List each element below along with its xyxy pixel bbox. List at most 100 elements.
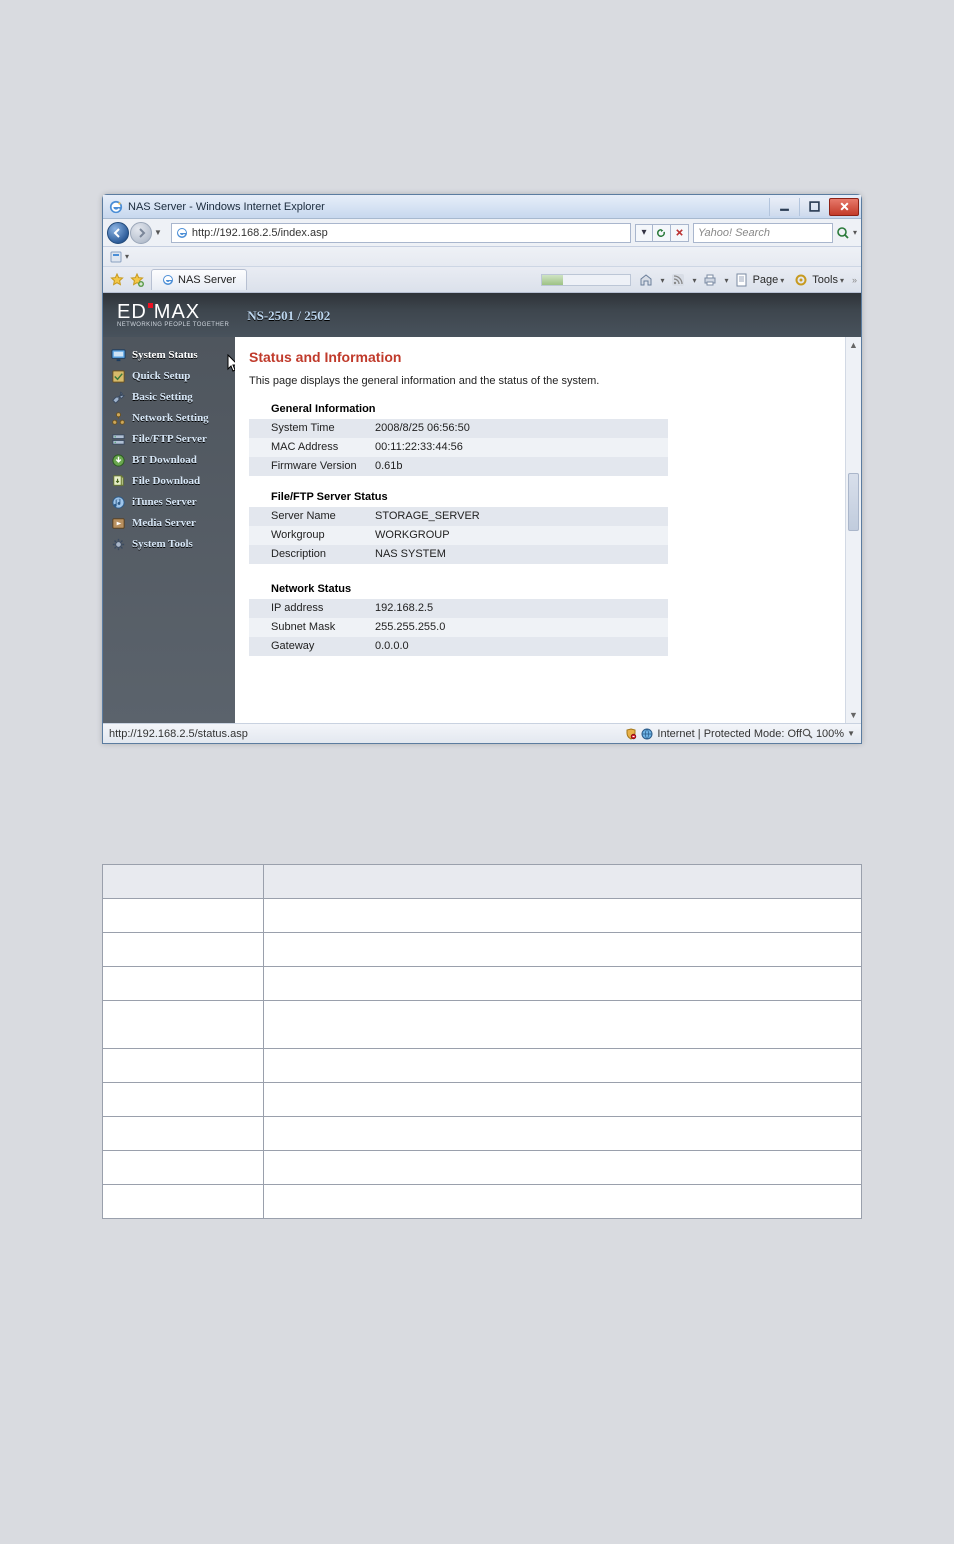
- logo-right: MAX: [154, 302, 200, 322]
- vertical-scrollbar[interactable]: ▲ ▼: [845, 337, 861, 723]
- scroll-up-icon[interactable]: ▲: [846, 337, 861, 353]
- progress-bar: [541, 274, 631, 286]
- wizard-icon: [111, 369, 126, 384]
- sidebar-item-media-server[interactable]: Media Server: [103, 513, 235, 534]
- print-dropdown[interactable]: [723, 274, 729, 286]
- address-url: http://192.168.2.5/index.asp: [192, 227, 328, 239]
- table-row: System Time2008/8/25 06:56:50: [249, 419, 668, 438]
- table-fileftp: Server NameSTORAGE_SERVER WorkgroupWORKG…: [249, 507, 668, 564]
- favorites-star-icon[interactable]: [110, 273, 124, 287]
- tab-label: NAS Server: [178, 274, 236, 286]
- cell-label: System Time: [249, 419, 369, 438]
- sidebar-item-quick-setup[interactable]: Quick Setup: [103, 366, 235, 387]
- cell-value: 255.255.255.0: [369, 618, 668, 637]
- table-row: Subnet Mask255.255.255.0: [249, 618, 668, 637]
- logo-dot-icon: [148, 303, 153, 308]
- table-row: DescriptionNAS SYSTEM: [249, 545, 668, 564]
- sidebar-item-system-tools[interactable]: System Tools: [103, 534, 235, 555]
- close-button[interactable]: [829, 198, 859, 216]
- zoom-control[interactable]: 100% ▼: [802, 728, 855, 740]
- logo-left: ED: [117, 302, 147, 322]
- sidebar-label: iTunes Server: [132, 496, 197, 509]
- cell-label: Workgroup: [249, 526, 369, 545]
- tools-menu-icon: [794, 273, 808, 287]
- cell-value: NAS SYSTEM: [369, 545, 668, 564]
- cell-label: Description: [249, 545, 369, 564]
- add-favorites-icon[interactable]: [130, 273, 144, 287]
- cmdbar-chevrons-icon[interactable]: »: [852, 275, 857, 285]
- cell-label: Firmware Version: [249, 457, 369, 476]
- search-dropdown-icon[interactable]: ▾: [853, 228, 857, 237]
- search-box[interactable]: Yahoo! Search: [693, 223, 833, 243]
- page-lead: This page displays the general informati…: [249, 374, 847, 388]
- cell-value: 2008/8/25 06:56:50: [369, 419, 668, 438]
- page-icon: [176, 227, 188, 239]
- sidebar-item-file-ftp[interactable]: File/FTP Server: [103, 429, 235, 450]
- cell-label: Subnet Mask: [249, 618, 369, 637]
- forward-button[interactable]: [130, 222, 152, 244]
- network-icon: [111, 411, 126, 426]
- tools-menu-button[interactable]: Tools: [812, 274, 844, 286]
- sidebar-item-file-download[interactable]: File Download: [103, 471, 235, 492]
- cell-value: 00:11:22:33:44:56: [369, 438, 668, 457]
- sidebar-item-network-setting[interactable]: Network Setting: [103, 408, 235, 429]
- home-icon[interactable]: [639, 273, 653, 287]
- stop-button[interactable]: [671, 224, 689, 242]
- cell-value: 0.61b: [369, 457, 668, 476]
- th: [264, 865, 862, 899]
- window-titlebar: NAS Server - Windows Internet Explorer: [103, 195, 861, 219]
- sidebar-menu: System Status Quick Setup Basic Setting …: [103, 345, 235, 555]
- sidebar-label: Network Setting: [132, 412, 209, 425]
- table-row: MAC Address00:11:22:33:44:56: [249, 438, 668, 457]
- sidebar-label: BT Download: [132, 454, 197, 467]
- zoom-dropdown-icon[interactable]: ▼: [847, 729, 855, 738]
- feeds-icon[interactable]: [671, 273, 685, 287]
- history-dropdown-icon[interactable]: ▼: [154, 228, 162, 237]
- media-icon: [111, 516, 126, 531]
- table-row: IP address192.168.2.5: [249, 599, 668, 618]
- blank-table: [102, 864, 862, 1219]
- cell-label: Gateway: [249, 637, 369, 656]
- links-bar: ▾: [103, 247, 861, 267]
- scroll-thumb[interactable]: [848, 473, 859, 531]
- ie-window: NAS Server - Windows Internet Explorer ▼…: [102, 194, 862, 744]
- table-row: Gateway0.0.0.0: [249, 637, 668, 656]
- section-fileftp-title: File/FTP Server Status: [249, 486, 847, 507]
- sidebar-item-bt-download[interactable]: BT Download: [103, 450, 235, 471]
- page-menu-button[interactable]: Page: [753, 274, 785, 286]
- status-zone: Internet | Protected Mode: Off: [657, 728, 802, 740]
- links-icon: [109, 250, 123, 264]
- address-dropdown-icon[interactable]: ▾: [635, 224, 653, 242]
- sidebar-label: File Download: [132, 475, 200, 488]
- sidebar-label: Media Server: [132, 517, 196, 530]
- search-go-button[interactable]: [835, 224, 851, 242]
- print-icon[interactable]: [703, 273, 717, 287]
- globe-icon: [641, 728, 653, 740]
- shield-icon: [625, 728, 637, 740]
- sidebar-label: System Status: [132, 349, 198, 362]
- sidebar-item-system-status[interactable]: System Status: [103, 345, 235, 366]
- page-content: ED MAX NETWORKING PEOPLE TOGETHER NS-2501…: [103, 293, 861, 723]
- links-button[interactable]: ▾: [109, 249, 135, 265]
- minimize-button[interactable]: [769, 198, 799, 216]
- address-bar[interactable]: http://192.168.2.5/index.asp: [171, 223, 631, 243]
- cell-value: 192.168.2.5: [369, 599, 668, 618]
- browser-tab[interactable]: NAS Server: [151, 269, 247, 290]
- nav-bar: ▼ http://192.168.2.5/index.asp ▾ Yahoo! …: [103, 219, 861, 247]
- model-label: NS-2501 / 2502: [247, 309, 330, 322]
- back-button[interactable]: [107, 222, 129, 244]
- sidebar-label: File/FTP Server: [132, 433, 207, 446]
- logo-tagline: NETWORKING PEOPLE TOGETHER: [117, 322, 229, 328]
- sidebar-item-itunes[interactable]: iTunes Server: [103, 492, 235, 513]
- sidebar-item-basic-setting[interactable]: Basic Setting: [103, 387, 235, 408]
- table-general: System Time2008/8/25 06:56:50 MAC Addres…: [249, 419, 668, 476]
- feeds-dropdown[interactable]: [691, 274, 697, 286]
- brand-bar: ED MAX NETWORKING PEOPLE TOGETHER NS-2501…: [103, 293, 861, 337]
- home-dropdown[interactable]: [659, 274, 665, 286]
- table-row: WorkgroupWORKGROUP: [249, 526, 668, 545]
- refresh-button[interactable]: [653, 224, 671, 242]
- gear-icon: [111, 537, 126, 552]
- maximize-button[interactable]: [799, 198, 829, 216]
- scroll-down-icon[interactable]: ▼: [846, 707, 861, 723]
- table-network: IP address192.168.2.5 Subnet Mask255.255…: [249, 599, 668, 656]
